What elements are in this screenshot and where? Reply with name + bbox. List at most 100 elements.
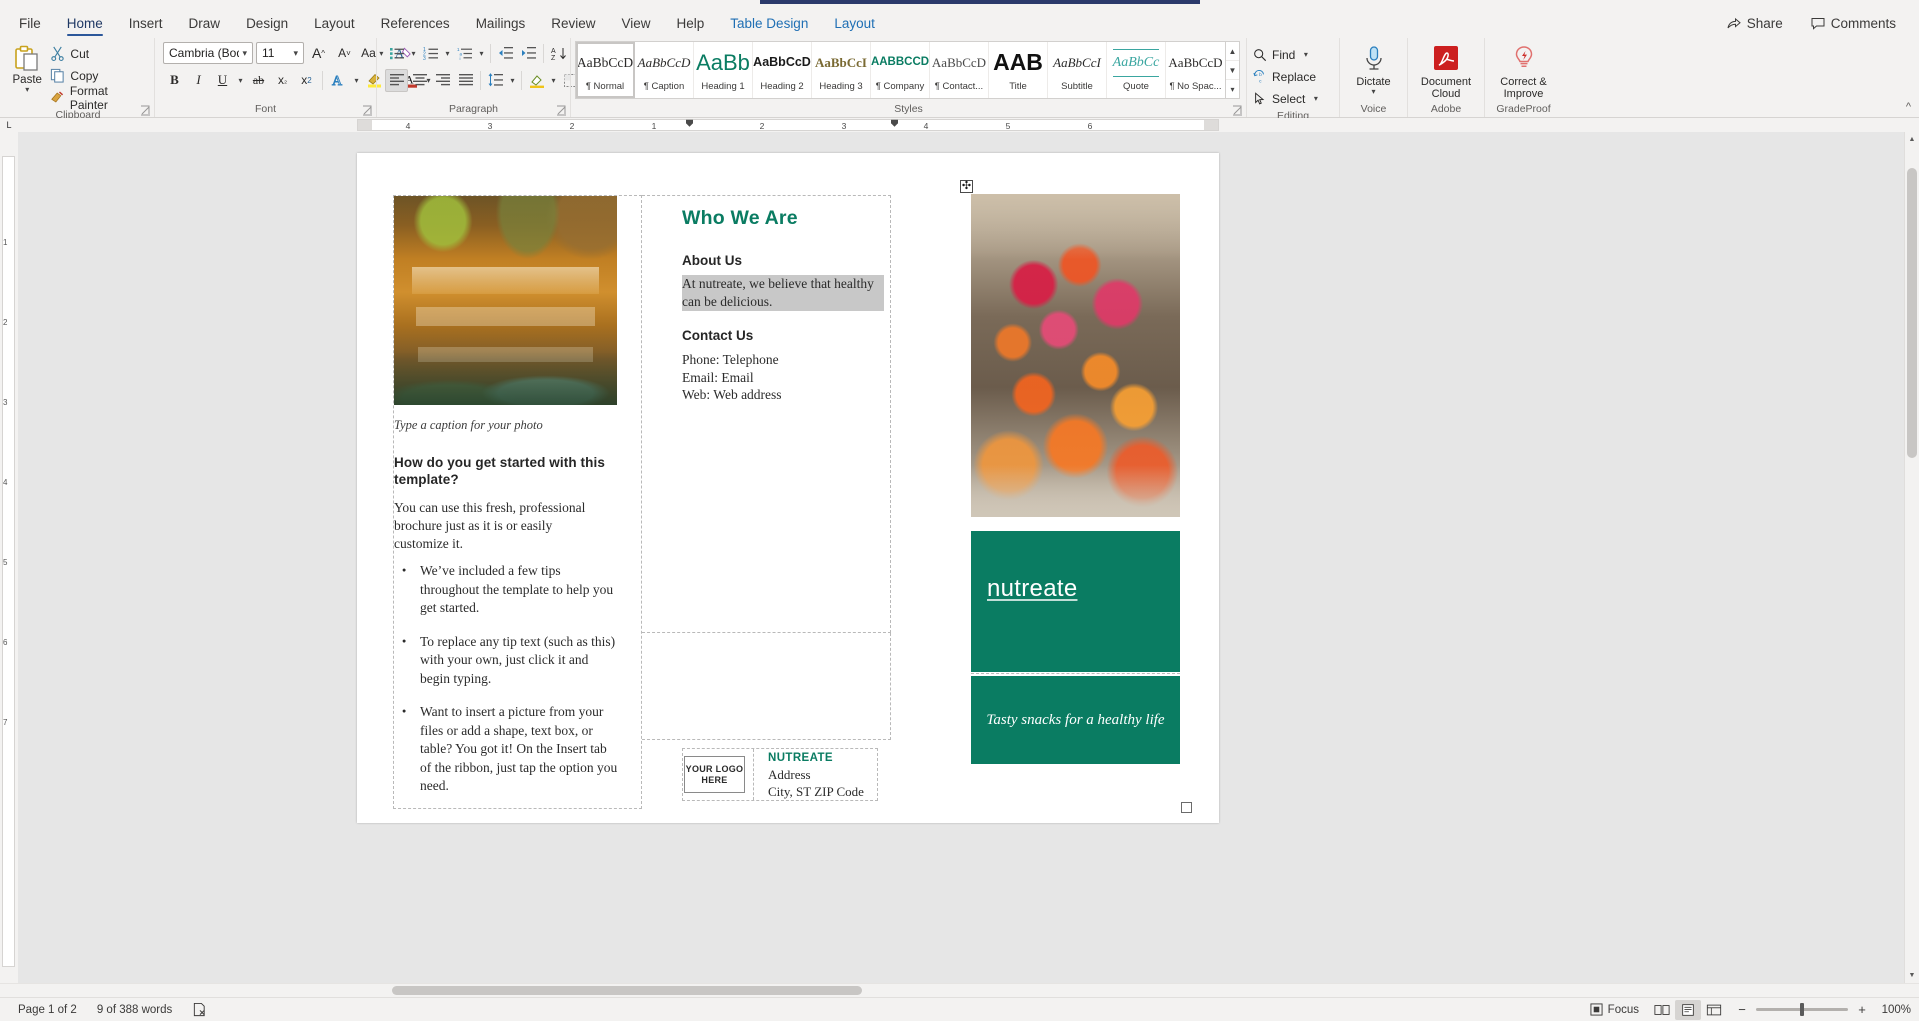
about-us-heading[interactable]: About Us	[682, 253, 742, 268]
style-caption[interactable]: AaBbCcD ¶ Caption	[635, 42, 694, 98]
italic-button[interactable]: I	[187, 69, 210, 92]
zoom-in-button[interactable]: +	[1855, 1002, 1869, 1017]
middle-upper-textbox[interactable]: ✣ Who We Are About Us At nutreate, we be…	[642, 195, 891, 633]
tab-view[interactable]: View	[608, 8, 663, 38]
style-quote[interactable]: AaBbCc Quote	[1107, 42, 1166, 98]
align-left-button[interactable]	[385, 69, 408, 92]
address-line-1[interactable]: Address	[768, 766, 877, 783]
tab-help[interactable]: Help	[664, 8, 718, 38]
paste-chevron-down-icon[interactable]: ▾	[25, 86, 29, 93]
list-item[interactable]: We’ve included a few tips throughout the…	[394, 562, 618, 618]
tagline-text[interactable]: Tasty snacks for a healthy life	[986, 712, 1164, 729]
superscript-button[interactable]: x2	[295, 69, 318, 92]
storefront-photo[interactable]	[394, 196, 617, 405]
style-heading-1[interactable]: AaBb Heading 1	[694, 42, 753, 98]
who-we-are-title[interactable]: Who We Are	[682, 207, 798, 230]
brand-name[interactable]: nutreate	[987, 575, 1077, 603]
styles-more-icon[interactable]: ▾	[1226, 79, 1239, 98]
document-cloud-button[interactable]: Document Cloud	[1413, 41, 1479, 100]
style-title[interactable]: AAB Title	[989, 42, 1048, 98]
left-column-paragraph[interactable]: You can use this fresh, professional bro…	[394, 499, 608, 553]
increase-indent-button[interactable]	[517, 42, 540, 65]
zoom-out-button[interactable]: −	[1735, 1002, 1749, 1017]
contact-web[interactable]: Web: Web address	[682, 386, 782, 404]
logo-placeholder[interactable]: YOUR LOGO HERE	[684, 756, 745, 793]
clipboard-dialog-launcher-icon[interactable]	[140, 105, 151, 116]
tab-table-design[interactable]: Table Design	[717, 8, 821, 38]
tagline-panel[interactable]: Tasty snacks for a healthy life	[971, 676, 1180, 764]
tab-review[interactable]: Review	[538, 8, 608, 38]
tab-insert[interactable]: Insert	[116, 8, 176, 38]
dictate-chevron-down-icon[interactable]: ▾	[1371, 88, 1375, 96]
style-heading-3[interactable]: AaBbCcI Heading 3	[812, 42, 871, 98]
align-right-button[interactable]	[431, 69, 454, 92]
zoom-level[interactable]: 100%	[1877, 1004, 1911, 1016]
style-company[interactable]: AABBCCD ¶ Company	[871, 42, 930, 98]
dictate-button[interactable]: Dictate ▾	[1345, 41, 1403, 96]
brand-panel[interactable]: nutreate	[971, 531, 1180, 672]
font-size-combo[interactable]: 11 ▾	[256, 42, 304, 64]
font-dialog-launcher-icon[interactable]	[362, 105, 373, 116]
style-normal[interactable]: AaBbCcD ¶ Normal	[576, 42, 635, 98]
document-page[interactable]: Type a caption for your photo How do you…	[357, 153, 1219, 823]
text-effects-chevron-down-icon[interactable]: ▾	[351, 76, 362, 85]
page-indicator[interactable]: Page 1 of 2	[8, 1004, 87, 1016]
justify-button[interactable]	[454, 69, 477, 92]
list-item[interactable]: Want to insert a picture from your files…	[394, 703, 618, 796]
word-count[interactable]: 9 of 388 words	[87, 1004, 182, 1016]
styles-dialog-launcher-icon[interactable]	[1232, 105, 1243, 116]
tab-design[interactable]: Design	[233, 8, 301, 38]
styles-scroll-down-icon[interactable]: ▼	[1226, 60, 1239, 79]
tab-references[interactable]: References	[368, 8, 463, 38]
strikethrough-button[interactable]: ab	[247, 69, 270, 92]
vertical-ruler[interactable]: 1 2 3 4 5 6 7	[0, 132, 18, 983]
select-chevron-down-icon[interactable]: ▾	[1310, 94, 1321, 103]
decrease-indent-button[interactable]	[494, 42, 517, 65]
shrink-font-button[interactable]: A˅	[333, 42, 356, 65]
line-spacing-button[interactable]	[484, 69, 507, 92]
style-contact[interactable]: AaBbCcD ¶ Contact...	[930, 42, 989, 98]
styles-gallery-scroll[interactable]: ▲ ▼ ▾	[1226, 41, 1240, 99]
underline-button[interactable]: U	[211, 69, 234, 92]
grow-font-button[interactable]: A^	[307, 42, 330, 65]
find-chevron-down-icon[interactable]: ▾	[1300, 50, 1311, 59]
text-effects-button[interactable]: A	[327, 69, 350, 92]
bullets-chevron-down-icon[interactable]: ▾	[408, 49, 419, 58]
brochure-middle-column[interactable]: ✣ Who We Are About Us At nutreate, we be…	[642, 195, 891, 809]
horizontal-scroll-thumb[interactable]	[392, 986, 862, 995]
web-layout-button[interactable]	[1701, 1000, 1727, 1020]
font-name-chevron-down-icon[interactable]: ▾	[239, 48, 250, 59]
multilevel-chevron-down-icon[interactable]: ▾	[476, 49, 487, 58]
contact-phone[interactable]: Phone: Telephone	[682, 351, 779, 369]
contact-email[interactable]: Email: Email	[682, 369, 754, 387]
company-name[interactable]: NUTREATE	[768, 751, 877, 766]
address-line-2[interactable]: City, ST ZIP Code	[768, 783, 877, 800]
vertical-scrollbar[interactable]: ▲ ▼	[1904, 132, 1919, 983]
right-indent-marker-icon[interactable]	[891, 119, 898, 131]
font-name-combo[interactable]: Cambria (Body) ▾	[163, 42, 253, 64]
flower-market-photo[interactable]	[971, 194, 1180, 517]
tab-home[interactable]: Home	[54, 8, 116, 38]
read-mode-button[interactable]	[1649, 1000, 1675, 1020]
brochure-right-column[interactable]: nutreate Tasty snacks for a healthy life	[971, 194, 1180, 764]
find-button[interactable]: Find ▾	[1251, 44, 1325, 65]
list-item[interactable]: To replace any tip text (such as this) w…	[394, 633, 618, 689]
sort-button[interactable]: A Z	[547, 42, 570, 65]
scroll-down-icon[interactable]: ▼	[1905, 968, 1919, 983]
bullets-button[interactable]	[385, 42, 408, 65]
shading-button[interactable]	[525, 69, 548, 92]
paste-button[interactable]: Paste ▾	[6, 41, 48, 93]
scroll-up-icon[interactable]: ▲	[1905, 132, 1919, 147]
document-canvas[interactable]: Type a caption for your photo How do you…	[18, 132, 1919, 983]
about-us-text[interactable]: At nutreate, we believe that healthy can…	[682, 275, 884, 311]
zoom-slider[interactable]: − +	[1727, 1002, 1877, 1017]
photo-caption[interactable]: Type a caption for your photo	[394, 418, 543, 433]
zoom-track[interactable]	[1756, 1008, 1848, 1011]
logo-address-row[interactable]: YOUR LOGO HERE NUTREATE Address City, ST…	[682, 748, 878, 801]
select-button[interactable]: Select ▾	[1251, 88, 1325, 109]
proofing-status[interactable]	[182, 1002, 217, 1017]
paragraph-dialog-launcher-icon[interactable]	[556, 105, 567, 116]
tab-stop-selector[interactable]: L	[0, 118, 18, 132]
tab-draw[interactable]: Draw	[176, 8, 234, 38]
shading-chevron-down-icon[interactable]: ▾	[548, 76, 559, 85]
